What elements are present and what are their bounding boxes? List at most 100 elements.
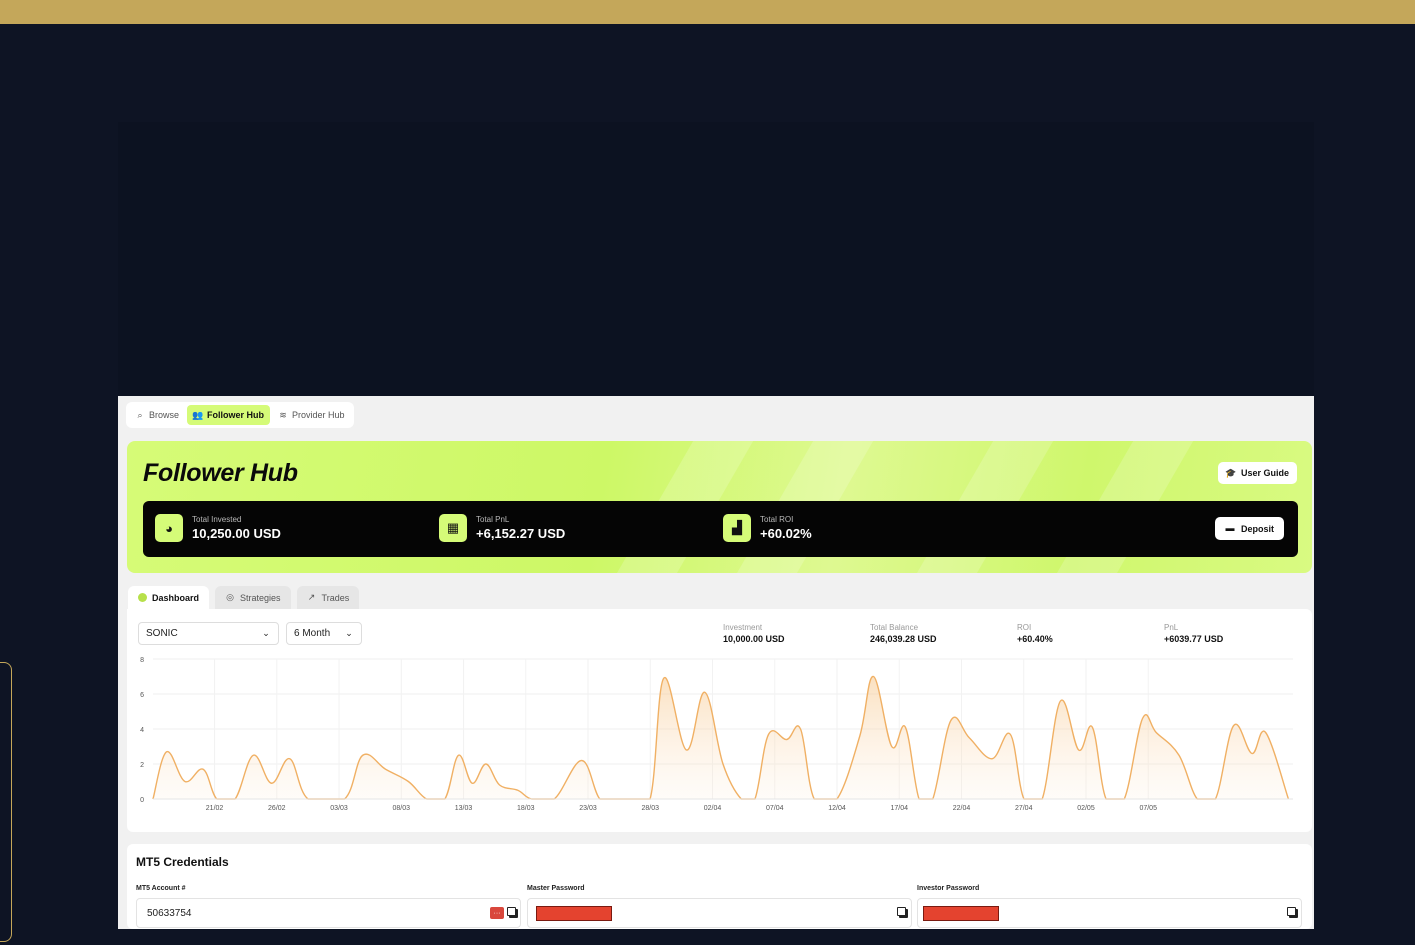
metric-value: +6039.77 USD bbox=[1164, 634, 1224, 644]
toggle-visibility-icon[interactable]: ··· bbox=[490, 907, 504, 919]
x-tick-label: 03/03 bbox=[330, 805, 348, 812]
user-guide-button[interactable]: 🎓 User Guide bbox=[1218, 462, 1297, 484]
tab-label: Dashboard bbox=[152, 592, 200, 603]
nav-tab-follower-hub[interactable]: 👥 Follower Hub bbox=[187, 405, 271, 425]
account-number-label: MT5 Account # bbox=[136, 885, 186, 892]
stat-label: Total ROI bbox=[760, 515, 794, 524]
x-tick-label: 08/03 bbox=[393, 805, 411, 812]
follower-hub-app: ⌕ Browse 👥 Follower Hub ≋ Provider Hub F… bbox=[118, 396, 1314, 929]
graduation-cap-icon: 🎓 bbox=[1225, 467, 1237, 478]
metric-value: 246,039.28 USD bbox=[870, 634, 937, 644]
trend-icon: ↗ bbox=[307, 592, 316, 602]
tab-label: Strategies bbox=[240, 592, 281, 603]
master-password-field[interactable] bbox=[527, 898, 912, 928]
x-tick-label: 02/05 bbox=[1077, 805, 1095, 812]
signal-icon: ≋ bbox=[279, 409, 287, 420]
x-tick-label: 07/05 bbox=[1139, 805, 1157, 812]
y-tick-label: 2 bbox=[140, 762, 144, 769]
master-password-label: Master Password bbox=[527, 885, 585, 892]
investor-password-field[interactable] bbox=[917, 898, 1302, 928]
account-number-value: 50633754 bbox=[147, 908, 192, 919]
x-tick-label: 07/04 bbox=[766, 805, 784, 812]
strategy-select-value: SONIC bbox=[146, 628, 178, 639]
user-guide-label: User Guide bbox=[1240, 468, 1289, 478]
stat-total-roi: ▟ Total ROI +60.02% bbox=[723, 514, 812, 542]
nav-tab-browse[interactable]: ⌕ Browse bbox=[129, 405, 185, 425]
nav-tab-provider-hub[interactable]: ≋ Provider Hub bbox=[272, 405, 351, 425]
wallet-icon: ▬ bbox=[1225, 523, 1235, 533]
nav-tab-label: Provider Hub bbox=[292, 410, 345, 420]
content-tabs: Dashboard ◎ Strategies ↗ Trades bbox=[128, 586, 360, 609]
bar-chart-icon: ▟ bbox=[723, 514, 751, 542]
metric-label: PnL bbox=[1164, 623, 1179, 632]
stat-value: 10,250.00 USD bbox=[192, 526, 281, 541]
x-tick-label: 28/03 bbox=[642, 805, 660, 812]
x-tick-label: 22/04 bbox=[953, 805, 971, 812]
x-tick-label: 13/03 bbox=[455, 805, 473, 812]
performance-chart: 0 2 4 6 8 21/02 26/02 03/03 08/03 13/03 18/03 23/03… bbox=[140, 657, 1293, 812]
y-tick-label: 8 bbox=[140, 657, 144, 664]
stat-total-pnl: ▦ Total PnL +6,152.27 USD bbox=[439, 514, 565, 542]
users-icon: 👥 bbox=[192, 409, 204, 420]
x-tick-label: 18/03 bbox=[517, 805, 535, 812]
x-tick-label: 17/04 bbox=[890, 805, 908, 812]
x-tick-label: 12/04 bbox=[828, 805, 846, 812]
mt5-credentials-panel: MT5 Credentials MT5 Account # 50633754 ·… bbox=[127, 844, 1312, 929]
pie-chart-icon: ◕ bbox=[155, 514, 183, 542]
period-select-value: 6 Month bbox=[294, 628, 331, 639]
tab-trades[interactable]: ↗ Trades bbox=[296, 586, 360, 609]
x-tick-label: 27/04 bbox=[1015, 805, 1033, 812]
stat-label: Total PnL bbox=[476, 515, 510, 524]
tab-strategies[interactable]: ◎ Strategies bbox=[215, 586, 291, 609]
deposit-button[interactable]: ▬ Deposit bbox=[1215, 517, 1284, 540]
chart-area-fill bbox=[153, 676, 1289, 799]
investor-password-label: Investor Password bbox=[917, 885, 980, 892]
stat-total-invested: ◕ Total Invested 10,250.00 USD bbox=[155, 514, 281, 542]
dashboard-panel: SONIC ⌄ 6 Month ⌄ Investment 10,000.00 U… bbox=[127, 609, 1312, 832]
metric-value: +60.40% bbox=[1017, 634, 1053, 644]
nav-tab-label: Browse bbox=[149, 410, 180, 420]
dashboard-icon bbox=[138, 593, 147, 602]
deposit-label: Deposit bbox=[1240, 523, 1274, 534]
video-placeholder-panel bbox=[118, 122, 1314, 396]
page-title: Follower Hub bbox=[143, 459, 298, 487]
chevron-down-icon: ⌄ bbox=[262, 628, 270, 638]
copy-icon[interactable] bbox=[897, 907, 908, 918]
redacted-value bbox=[536, 906, 612, 921]
account-number-field[interactable]: 50633754 ··· bbox=[136, 898, 521, 928]
top-nav-tabs: ⌕ Browse 👥 Follower Hub ≋ Provider Hub bbox=[126, 402, 354, 428]
tab-dashboard[interactable]: Dashboard bbox=[128, 586, 210, 609]
metric-label: Investment bbox=[723, 623, 763, 632]
metric-pnl: PnL +6039.77 USD bbox=[1164, 623, 1223, 644]
stat-label: Total Invested bbox=[192, 515, 242, 524]
metric-label: ROI bbox=[1017, 623, 1032, 632]
metric-roi: ROI +60.40% bbox=[1017, 623, 1053, 644]
top-banner bbox=[0, 0, 1415, 24]
period-select[interactable]: 6 Month ⌄ bbox=[286, 622, 362, 645]
redacted-value bbox=[923, 906, 999, 921]
copy-icon[interactable] bbox=[507, 907, 518, 918]
y-tick-label: 0 bbox=[140, 797, 144, 804]
y-tick-label: 6 bbox=[140, 692, 144, 699]
credentials-title: MT5 Credentials bbox=[136, 855, 229, 869]
copy-icon[interactable] bbox=[1287, 907, 1298, 918]
stat-value: +60.02% bbox=[760, 526, 812, 541]
nav-tab-label: Follower Hub bbox=[207, 410, 265, 420]
stat-value: +6,152.27 USD bbox=[476, 526, 566, 541]
x-tick-label: 02/04 bbox=[704, 805, 722, 812]
tab-label: Trades bbox=[321, 592, 350, 603]
x-tick-label: 23/03 bbox=[579, 805, 597, 812]
metric-label: Total Balance bbox=[870, 623, 919, 632]
side-frame-outline bbox=[0, 662, 12, 942]
y-tick-label: 4 bbox=[140, 727, 144, 734]
chevron-down-icon: ⌄ bbox=[345, 628, 353, 638]
strategy-select[interactable]: SONIC ⌄ bbox=[138, 622, 279, 645]
metric-investment: Investment 10,000.00 USD bbox=[723, 623, 785, 644]
x-tick-label: 21/02 bbox=[206, 805, 224, 812]
x-tick-label: 26/02 bbox=[268, 805, 286, 812]
search-icon: ⌕ bbox=[137, 409, 143, 420]
metric-value: 10,000.00 USD bbox=[723, 634, 785, 644]
calculator-icon: ▦ bbox=[439, 514, 467, 542]
target-icon: ◎ bbox=[226, 592, 234, 602]
hero-banner: Follower Hub 🎓 User Guide ◕ Total Invest… bbox=[127, 441, 1312, 573]
